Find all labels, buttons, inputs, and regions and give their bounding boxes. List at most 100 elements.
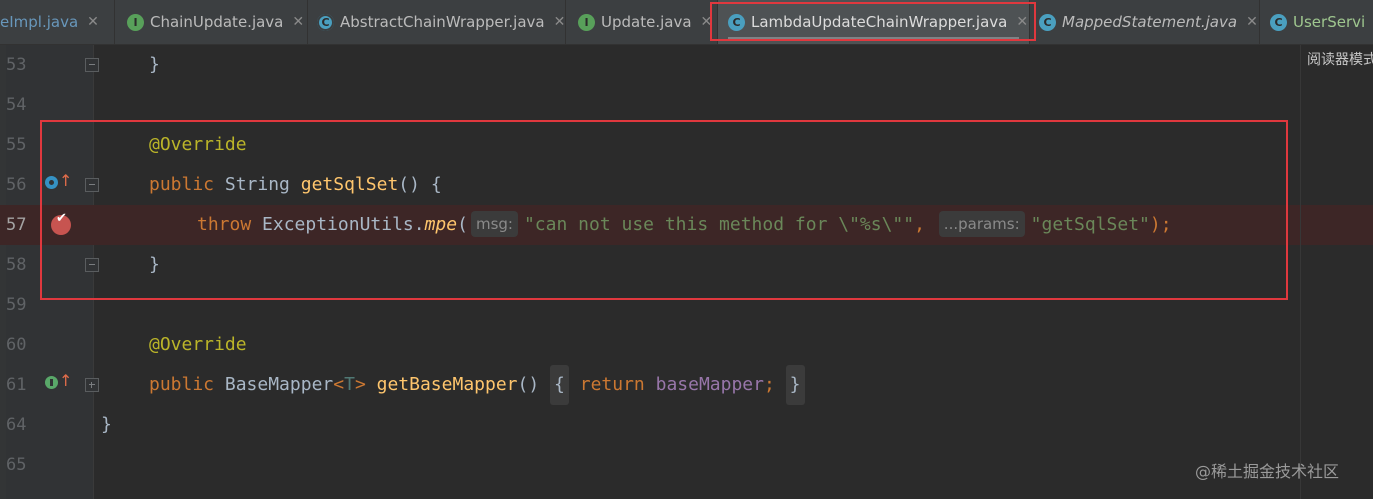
parameter-hint: ...params: [938,211,1025,237]
interface-icon [127,13,144,31]
breakpoint-icon[interactable] [51,211,71,235]
code-line: 61 public BaseMapper<T> getBaseMapper() … [0,365,1373,405]
code-line-breakpoint: 57 throw ExceptionUtils.mpe(msg: "can not… [0,205,1373,245]
comma: , [914,214,925,235]
tab-lambdaupdatechainwrapper[interactable]: LambdaUpdateChainWrapper.java ✕ [718,0,1030,44]
tab-abstractchainwrapper[interactable]: AbstractChainWrapper.java ✕ [308,0,566,44]
dot: . [413,214,425,235]
watermark: @稀土掘金技术社区 [1195,462,1340,481]
brace: { [430,174,442,195]
class-name: ExceptionUtils [262,214,414,235]
string-literal: "getSqlSet" [1030,214,1150,235]
code-text: } [149,45,160,85]
line-number: 56 [6,175,27,195]
close-icon[interactable]: ✕ [1016,14,1028,30]
line-number: 54 [6,95,27,115]
code-line: 64 } [0,405,1373,445]
code-text: } [101,405,112,445]
code-line: 65 [0,445,1373,485]
folded-brace[interactable]: } [785,365,805,405]
close-icon[interactable]: ✕ [292,14,304,30]
string-literal: "can not use this method for \"%s\"" [523,214,915,235]
code-text: } [149,245,160,285]
annotation: @Override [149,134,247,155]
code-line: 56 public String getSqlSet() { [0,165,1373,205]
line-number: 65 [6,455,27,475]
keyword: public [149,374,215,395]
ide-window: eImpl.java ✕ ChainUpdate.java ✕ Abstract… [0,0,1373,499]
line-number: 61 [6,375,27,395]
type-name: BaseMapper [224,374,334,395]
semicolon: ; [763,374,775,395]
keyword: throw [197,214,252,235]
close-icon[interactable]: ✕ [1246,14,1258,30]
line-number: 55 [6,135,27,155]
parens: () [398,174,420,195]
tab-label: MappedStatement.java [1062,13,1238,31]
paren: ( [457,214,468,235]
line-number: 53 [6,55,27,75]
method-name: getBaseMapper [376,374,518,395]
tab-label: Update.java [601,13,692,31]
fold-end-icon[interactable] [85,58,99,72]
keyword: return [579,374,645,395]
line-number: 58 [6,255,27,275]
code-line: 59 [0,285,1373,325]
parens: () [517,374,540,395]
generic-bracket: > [354,374,366,395]
class-icon [1270,13,1287,31]
close-icon[interactable]: ✕ [701,14,713,30]
class-icon [728,13,745,31]
code-line: 58 } [0,245,1373,285]
method-name: mpe [424,214,458,235]
tab-label: LambdaUpdateChainWrapper.java [751,13,1008,31]
close-icon[interactable]: ✕ [87,14,99,30]
parameter-hint: msg: [470,211,518,237]
code-editor[interactable]: 53 } 54 55 @Override 56 public String ge… [0,45,1373,499]
code-text: public String getSqlSet() { [149,165,442,205]
overrides-method-icon[interactable]: ↑ [45,173,72,193]
interface-icon [578,13,595,31]
paren: ); [1149,214,1172,235]
implements-method-icon[interactable]: ↑ [45,373,72,393]
code-text: @Override [149,325,247,365]
brace: } [149,54,160,75]
generic-type: T [344,374,355,395]
fold-start-icon[interactable] [85,178,99,192]
brace: } [149,254,160,275]
generic-bracket: < [333,374,345,395]
reader-mode-button[interactable]: 阅读器模式 [1307,49,1373,69]
tab-eimpl[interactable]: eImpl.java ✕ [0,0,115,44]
line-number: 57 [6,215,27,235]
code-text: throw ExceptionUtils.mpe(msg: "can not us… [197,205,1172,245]
tab-mappedstatement[interactable]: MappedStatement.java ✕ [1030,0,1260,44]
close-icon[interactable]: ✕ [554,14,566,30]
keyword: public [149,174,215,195]
line-number: 64 [6,415,27,435]
tab-label: ChainUpdate.java [150,13,284,31]
tab-label: AbstractChainWrapper.java [340,13,545,31]
tab-label: UserServi [1293,13,1366,31]
code-line: 55 @Override [0,125,1373,165]
tab-chainupdate[interactable]: ChainUpdate.java ✕ [115,0,308,44]
fold-end-icon[interactable] [85,258,99,272]
code-text: @Override [149,125,247,165]
type-name: String [224,174,290,195]
tab-label: eImpl.java [0,13,79,31]
code-line: 53 } [0,45,1373,85]
fold-expand-icon[interactable] [85,378,99,392]
tab-update[interactable]: Update.java ✕ [566,0,718,44]
folded-brace[interactable]: { [550,365,569,405]
method-name: getSqlSet [300,174,399,195]
line-number: 60 [6,335,27,355]
tab-userservice[interactable]: UserServi [1260,0,1373,44]
annotation: @Override [149,334,247,355]
right-margin-line [1300,45,1301,499]
abstract-class-icon [317,13,334,31]
code-text: public BaseMapper<T> getBaseMapper() { r… [149,365,805,405]
line-number: 59 [6,295,27,315]
code-line: 60 @Override [0,325,1373,365]
brace: } [101,414,112,435]
editor-tab-bar: eImpl.java ✕ ChainUpdate.java ✕ Abstract… [0,0,1373,45]
class-icon [1039,13,1056,31]
